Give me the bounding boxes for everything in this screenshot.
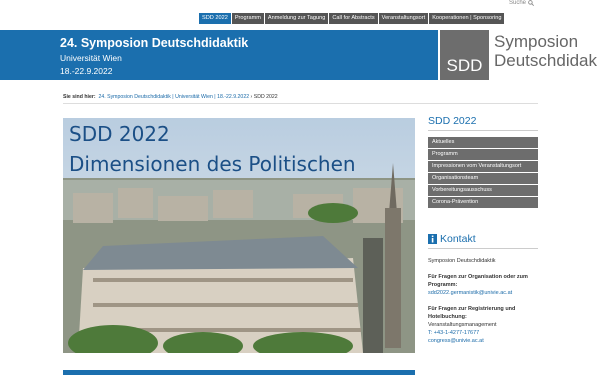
sidebar-item-corona-praevention[interactable]: Corona-Prävention xyxy=(428,197,538,208)
hero-heading-line-2: Dimensionen des Politischen xyxy=(69,152,356,176)
site-dates: 18.-22.9.2022 xyxy=(60,66,113,76)
sidebar-item-programm[interactable]: Programm xyxy=(428,149,538,160)
kontakt-phone[interactable]: T: +43-1-4277-17677 xyxy=(428,330,479,336)
kontakt-content: Symposion Deutschdidaktik Für Fragen zur… xyxy=(428,257,540,345)
kontakt-email-2[interactable]: congress@univie.ac.at xyxy=(428,338,484,344)
logo-text[interactable]: Symposion Deutschdidak xyxy=(494,32,597,70)
kontakt-heading: Kontakt xyxy=(428,233,476,245)
hero-heading-line-1: SDD 2022 xyxy=(69,122,170,146)
site-header: 24. Symposion Deutschdidaktik Universitä… xyxy=(0,30,600,80)
site-subtitle: Universität Wien xyxy=(60,53,122,63)
logo-line-2: Deutschdidak xyxy=(494,51,598,70)
sidebar-item-organisationsteam[interactable]: Organisationsteam xyxy=(428,173,538,184)
kontakt-divider xyxy=(428,248,538,249)
site-title[interactable]: 24. Symposion Deutschdidaktik xyxy=(60,36,248,50)
breadcrumb-divider xyxy=(63,103,538,104)
header-banner: 24. Symposion Deutschdidaktik Universitä… xyxy=(0,30,438,80)
kontakt-question-1: Für Fragen zur Organisation oder zum Pro… xyxy=(428,274,528,288)
sidebar-title: SDD 2022 xyxy=(428,115,477,127)
hero-image: SDD 2022 Dimensionen des Politischen xyxy=(63,118,415,353)
search-link[interactable]: Suche xyxy=(509,0,535,6)
breadcrumb: Sie sind hier: 24. Symposion Deutschdida… xyxy=(63,94,278,100)
sidebar-menu: Aktuelles Programm Impressionen vom Vera… xyxy=(428,137,538,209)
sidebar-divider xyxy=(428,130,538,131)
content-blue-bar xyxy=(63,370,415,375)
kontakt-org: Symposion Deutschdidaktik xyxy=(428,258,496,264)
breadcrumb-link-home[interactable]: 24. Symposion Deutschdidaktik | Universi… xyxy=(98,94,249,100)
sidebar-item-impressionen[interactable]: Impressionen vom Veranstaltungsort xyxy=(428,161,538,172)
nav-item-veranstaltungsort[interactable]: Veranstaltungsort xyxy=(378,13,429,24)
breadcrumb-prefix: Sie sind hier: xyxy=(63,94,96,100)
kontakt-title: Kontakt xyxy=(440,233,476,245)
breadcrumb-current: SDD 2022 xyxy=(253,94,278,100)
kontakt-email-1[interactable]: sdd2022.germanistik@univie.ac.at xyxy=(428,290,512,296)
sdd-logo-box[interactable]: SDD xyxy=(440,30,489,80)
breadcrumb-separator: › xyxy=(250,94,253,100)
logo-line-1: Symposion xyxy=(494,32,579,51)
search-icon xyxy=(528,0,535,6)
sidebar-item-vorbereitungsausschuss[interactable]: Vorbereitungsausschuss xyxy=(428,185,538,196)
nav-item-kooperationen[interactable]: Kooperationen | Sponsoring xyxy=(429,13,505,24)
nav-item-programm[interactable]: Programm xyxy=(231,13,264,24)
kontakt-department: Veranstaltungsmanagement xyxy=(428,322,497,328)
sidebar-item-aktuelles[interactable]: Aktuelles xyxy=(428,137,538,148)
info-icon xyxy=(428,234,437,244)
nav-item-call-for-abstracts[interactable]: Call for Abstracts xyxy=(329,13,378,24)
nav-item-sdd-2022[interactable]: SDD 2022 xyxy=(199,13,231,24)
top-navigation: SDD 2022 Programm Anmeldung zur Tagung C… xyxy=(199,13,505,24)
search-label: Suche xyxy=(509,0,527,6)
kontakt-question-2: Für Fragen zur Registrierung und Hotelbu… xyxy=(428,306,516,320)
nav-item-anmeldung[interactable]: Anmeldung zur Tagung xyxy=(264,13,329,24)
